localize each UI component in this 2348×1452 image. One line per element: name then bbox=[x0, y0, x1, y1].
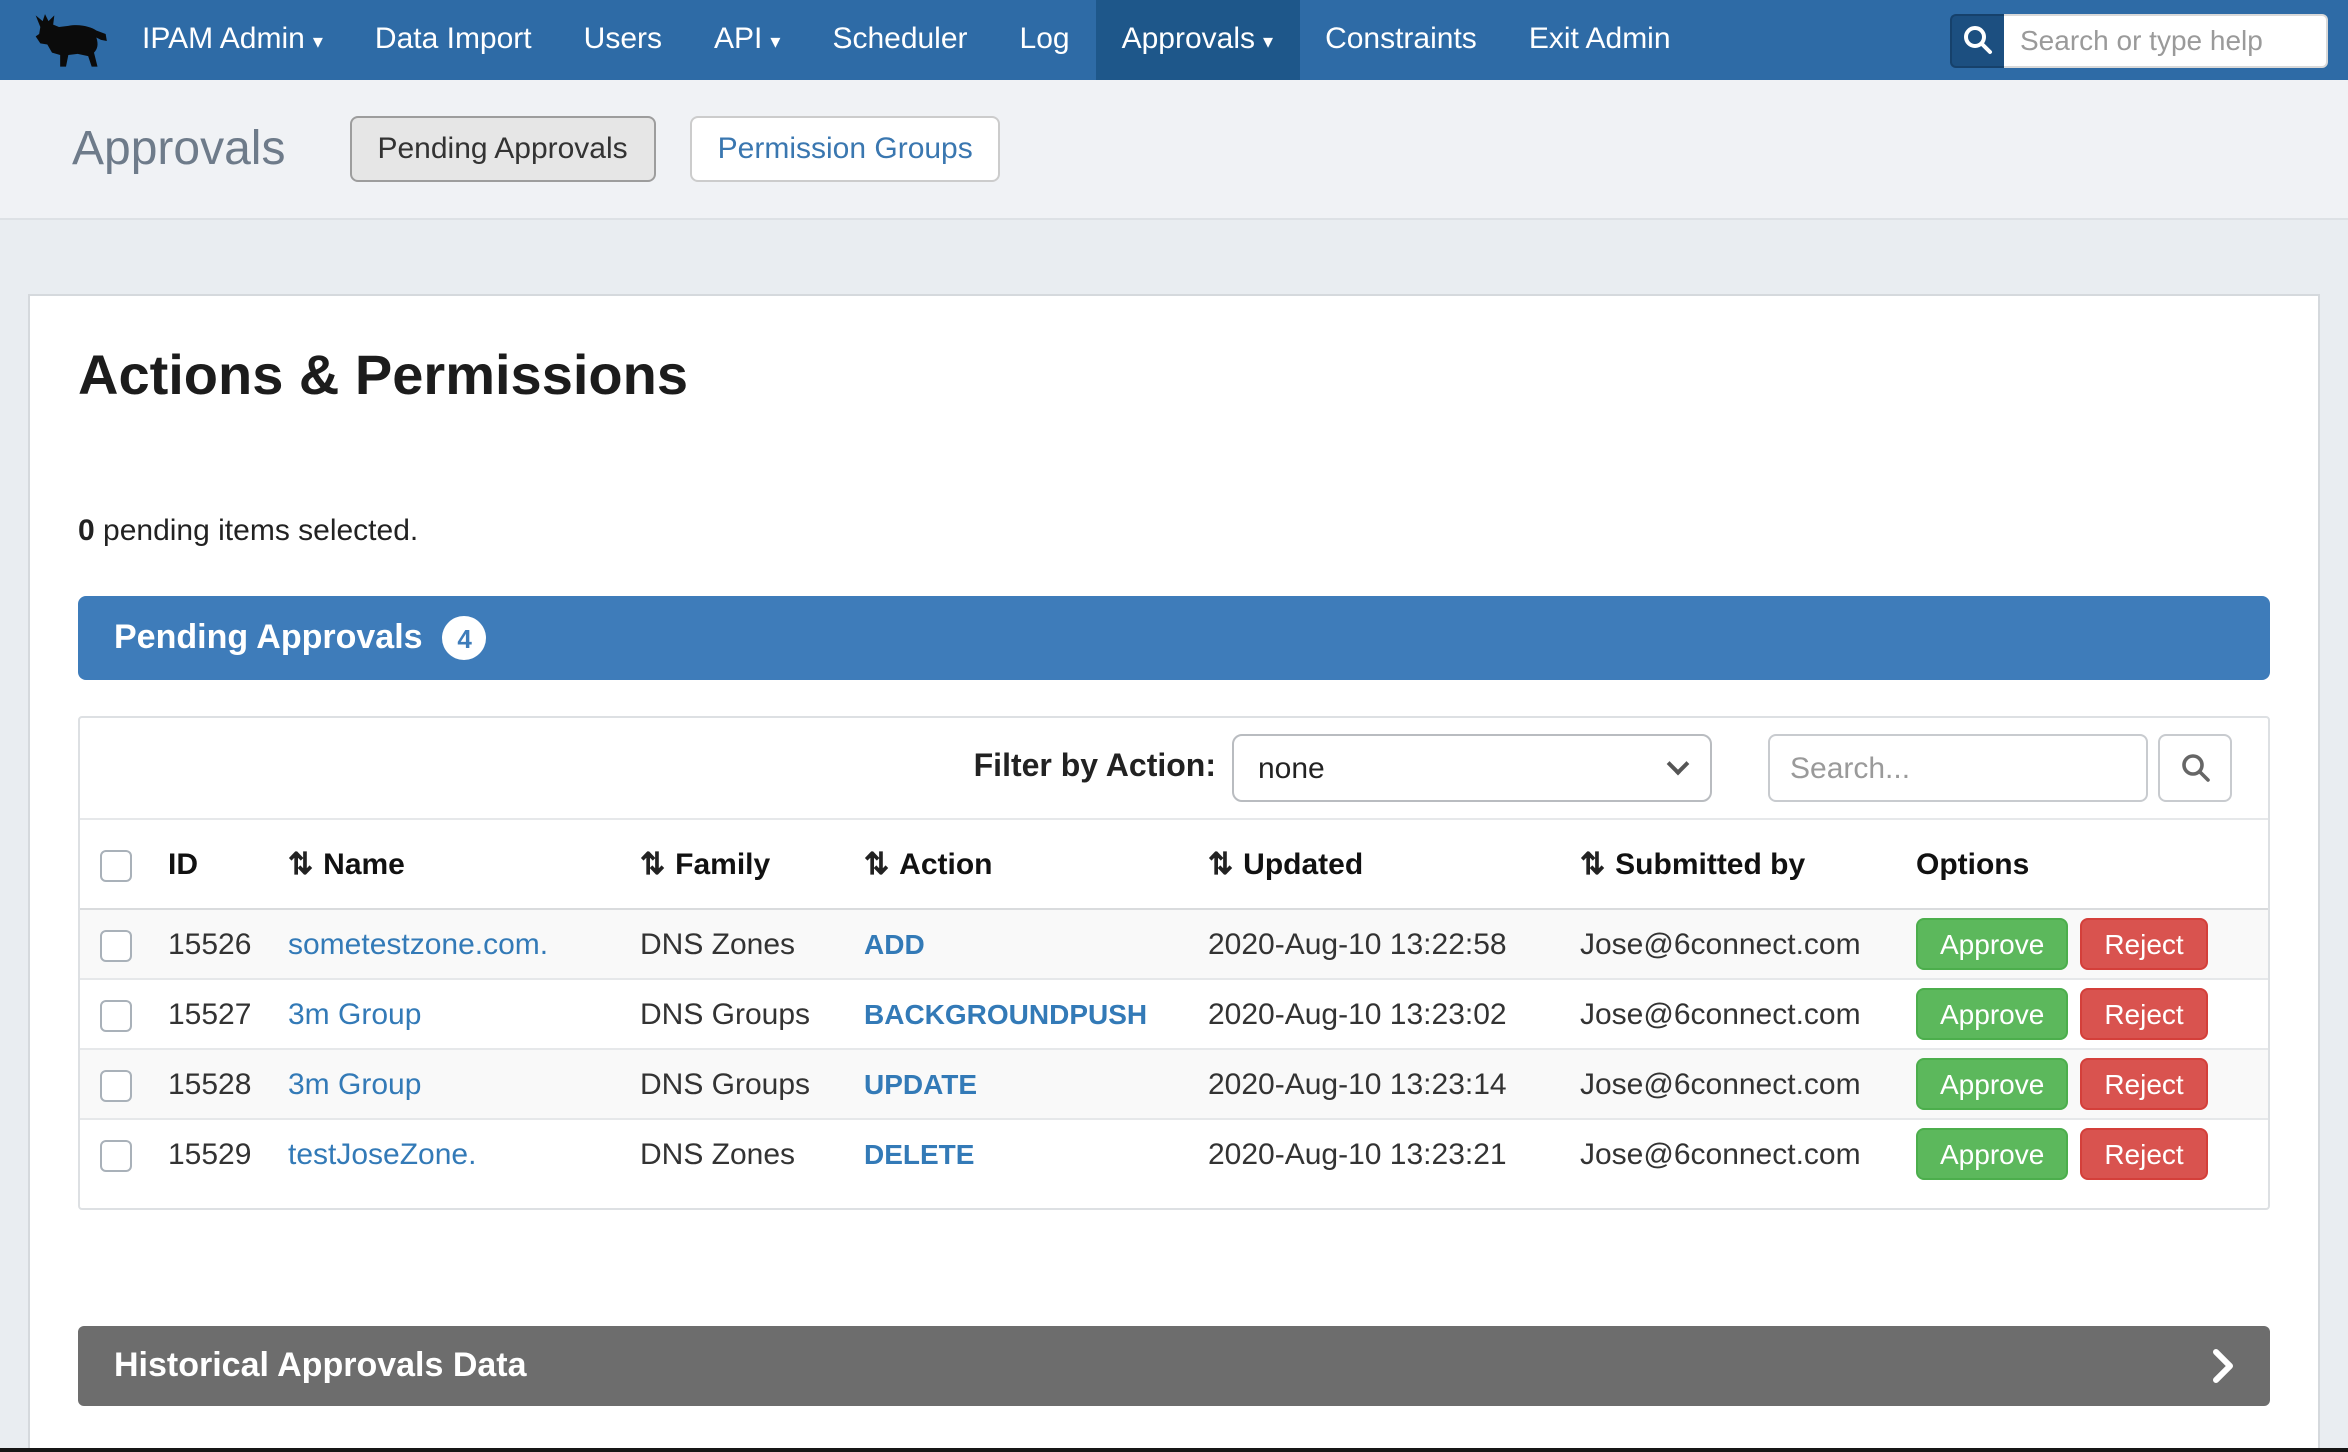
nav-item-approvals[interactable]: Approvals▾ bbox=[1096, 0, 1299, 80]
historical-approvals-header[interactable]: Historical Approvals Data bbox=[78, 1326, 2270, 1406]
row-checkbox[interactable] bbox=[100, 929, 132, 961]
col-header-name[interactable]: ⇅Name bbox=[272, 820, 624, 909]
table-row: 15526 sometestzone.com. DNS Zones ADD 20… bbox=[80, 909, 2268, 979]
selected-count: 0 bbox=[78, 514, 95, 548]
sort-icon[interactable]: ⇅ bbox=[864, 848, 889, 882]
sort-icon[interactable]: ⇅ bbox=[1208, 848, 1233, 882]
filter-label: Filter by Action: bbox=[974, 750, 1216, 786]
pending-approvals-table: ID ⇅Name ⇅Family ⇅Action ⇅Updated ⇅Submi… bbox=[80, 820, 2268, 1188]
global-search-input[interactable] bbox=[2004, 13, 2328, 67]
cell-updated: 2020-Aug-10 13:23:14 bbox=[1192, 1049, 1564, 1119]
tab-pending-approvals[interactable]: Pending Approvals bbox=[349, 116, 655, 182]
filter-action-select[interactable]: none bbox=[1232, 734, 1712, 802]
cell-updated: 2020-Aug-10 13:22:58 bbox=[1192, 909, 1564, 979]
approve-button[interactable]: Approve bbox=[1916, 918, 2068, 970]
table-row: 15529 testJoseZone. DNS Zones DELETE 202… bbox=[80, 1119, 2268, 1188]
section-title: Actions & Permissions bbox=[78, 344, 2270, 408]
action-link[interactable]: DELETE bbox=[864, 1137, 974, 1169]
cell-family: DNS Groups bbox=[624, 979, 848, 1049]
cell-submitted-by: Jose@6connect.com bbox=[1564, 979, 1900, 1049]
cell-id: 15528 bbox=[152, 1049, 272, 1119]
col-header-updated[interactable]: ⇅Updated bbox=[1192, 820, 1564, 909]
action-link[interactable]: BACKGROUNDPUSH bbox=[864, 997, 1147, 1029]
nav-item-log[interactable]: Log bbox=[994, 0, 1096, 80]
approve-button[interactable]: Approve bbox=[1916, 988, 2068, 1040]
search-icon[interactable] bbox=[1950, 13, 2004, 67]
name-link[interactable]: sometestzone.com. bbox=[288, 927, 548, 961]
nav-item-exit-admin[interactable]: Exit Admin bbox=[1503, 0, 1697, 80]
nav-item-ipam-admin[interactable]: IPAM Admin▾ bbox=[116, 0, 349, 80]
pending-approvals-header: Pending Approvals 4 bbox=[78, 596, 2270, 680]
cell-updated: 2020-Aug-10 13:23:21 bbox=[1192, 1119, 1564, 1188]
row-checkbox[interactable] bbox=[100, 999, 132, 1031]
cell-family: DNS Zones bbox=[624, 909, 848, 979]
select-all-checkbox[interactable] bbox=[100, 849, 132, 881]
page-title: Approvals bbox=[72, 121, 285, 177]
reject-button[interactable]: Reject bbox=[2080, 918, 2207, 970]
cell-family: DNS Groups bbox=[624, 1049, 848, 1119]
table-search-input[interactable] bbox=[1768, 734, 2148, 802]
nav-menu: IPAM Admin▾ Data Import Users API▾ Sched… bbox=[116, 0, 1697, 80]
cell-updated: 2020-Aug-10 13:23:02 bbox=[1192, 979, 1564, 1049]
approve-button[interactable]: Approve bbox=[1916, 1058, 2068, 1110]
nav-item-scheduler[interactable]: Scheduler bbox=[806, 0, 993, 80]
nav-item-users[interactable]: Users bbox=[558, 0, 688, 80]
action-link[interactable]: ADD bbox=[864, 927, 925, 959]
cell-submitted-by: Jose@6connect.com bbox=[1564, 1119, 1900, 1188]
caret-down-icon: ▾ bbox=[770, 32, 780, 54]
reject-button[interactable]: Reject bbox=[2080, 988, 2207, 1040]
nav-item-constraints[interactable]: Constraints bbox=[1299, 0, 1503, 80]
pending-approvals-table-box: Filter by Action: none bbox=[78, 716, 2270, 1210]
caret-down-icon: ▾ bbox=[313, 32, 323, 54]
subheader: Approvals Pending Approvals Permission G… bbox=[0, 80, 2348, 220]
col-header-family[interactable]: ⇅Family bbox=[624, 820, 848, 909]
cell-id: 15527 bbox=[152, 979, 272, 1049]
table-row: 15527 3m Group DNS Groups BACKGROUNDPUSH… bbox=[80, 979, 2268, 1049]
sort-icon[interactable]: ⇅ bbox=[288, 848, 313, 882]
name-link[interactable]: testJoseZone. bbox=[288, 1137, 476, 1171]
col-header-action[interactable]: ⇅Action bbox=[848, 820, 1192, 909]
nav-item-data-import[interactable]: Data Import bbox=[349, 0, 558, 80]
caret-down-icon: ▾ bbox=[1263, 32, 1273, 54]
name-link[interactable]: 3m Group bbox=[288, 997, 421, 1031]
cell-id: 15529 bbox=[152, 1119, 272, 1188]
screen-bottom-edge bbox=[0, 1448, 2348, 1452]
sort-icon[interactable]: ⇅ bbox=[640, 848, 665, 882]
cell-id: 15526 bbox=[152, 909, 272, 979]
pending-approvals-title: Pending Approvals bbox=[114, 618, 423, 658]
col-header-submitted-by[interactable]: ⇅Submitted by bbox=[1564, 820, 1900, 909]
nav-item-api[interactable]: API▾ bbox=[688, 0, 806, 80]
cell-submitted-by: Jose@6connect.com bbox=[1564, 1049, 1900, 1119]
action-link[interactable]: UPDATE bbox=[864, 1067, 977, 1099]
table-search-button[interactable] bbox=[2158, 734, 2232, 802]
reject-button[interactable]: Reject bbox=[2080, 1128, 2207, 1180]
historical-approvals-title: Historical Approvals Data bbox=[114, 1346, 527, 1386]
row-checkbox[interactable] bbox=[100, 1139, 132, 1171]
sort-icon[interactable]: ⇅ bbox=[1580, 848, 1605, 882]
col-header-options: Options bbox=[1900, 820, 2268, 909]
selected-summary: 0 pending items selected. bbox=[78, 514, 2270, 548]
table-header-row: ID ⇅Name ⇅Family ⇅Action ⇅Updated ⇅Submi… bbox=[80, 820, 2268, 909]
cell-family: DNS Zones bbox=[624, 1119, 848, 1188]
approve-button[interactable]: Approve bbox=[1916, 1128, 2068, 1180]
page: IPAM Admin▾ Data Import Users API▾ Sched… bbox=[0, 0, 2348, 1452]
col-header-id: ID bbox=[152, 820, 272, 909]
filter-action-select-wrap: none bbox=[1232, 734, 1712, 802]
reject-button[interactable]: Reject bbox=[2080, 1058, 2207, 1110]
count-badge: 4 bbox=[443, 616, 487, 660]
filter-toolbar: Filter by Action: none bbox=[80, 718, 2268, 820]
main-panel: Actions & Permissions 0 pending items se… bbox=[28, 294, 2320, 1452]
row-checkbox[interactable] bbox=[100, 1069, 132, 1101]
chevron-right-icon bbox=[2212, 1348, 2234, 1384]
tab-permission-groups[interactable]: Permission Groups bbox=[690, 116, 1001, 182]
moose-logo-icon[interactable] bbox=[24, 9, 116, 71]
search-icon bbox=[2179, 752, 2211, 784]
cell-submitted-by: Jose@6connect.com bbox=[1564, 909, 1900, 979]
global-search bbox=[1950, 13, 2328, 67]
table-row: 15528 3m Group DNS Groups UPDATE 2020-Au… bbox=[80, 1049, 2268, 1119]
top-navbar: IPAM Admin▾ Data Import Users API▾ Sched… bbox=[0, 0, 2348, 80]
name-link[interactable]: 3m Group bbox=[288, 1067, 421, 1101]
